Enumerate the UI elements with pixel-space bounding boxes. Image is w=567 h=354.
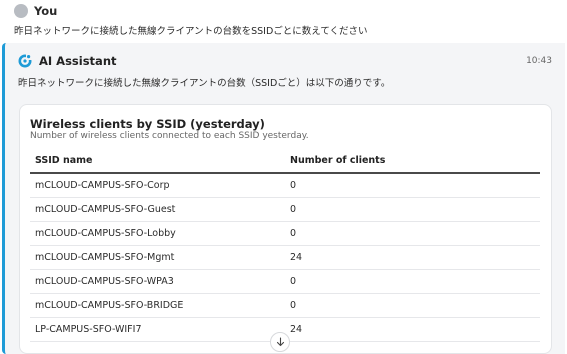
user-avatar [14,4,28,18]
user-header: You [14,4,57,18]
ssid-cell: LP-CAMPUS-SFO-WIFI7 [30,317,285,342]
clients-cell: 0 [285,221,540,246]
table-row: mCLOUD-CAMPUS-SFO-Lobby 0 [30,221,540,246]
card-title: Wireless clients by SSID (yesterday) [30,117,265,131]
message-timestamp: 10:43 [526,56,552,66]
table-row: mCLOUD-CAMPUS-SFO-Guest 0 [30,197,540,222]
user-message: 昨日ネットワークに接続した無線クライアントの台数をSSIDごとに数えてください [14,26,368,37]
table-row: mCLOUD-CAMPUS-SFO-WPA3 0 [30,269,540,294]
table-row: mCLOUD-CAMPUS-SFO-Corp 0 [30,173,540,198]
card-subtitle: Number of wireless clients connected to … [30,131,309,141]
assistant-header: AI Assistant [18,54,117,68]
clients-cell: 24 [285,245,540,270]
assistant-logo-icon [18,54,32,68]
clients-table: SSID name Number of clients mCLOUD-CAMPU… [30,149,540,342]
ssid-cell: mCLOUD-CAMPUS-SFO-WPA3 [30,269,285,294]
ssid-cell: mCLOUD-CAMPUS-SFO-BRIDGE [30,293,285,318]
scroll-to-bottom-button[interactable] [270,332,290,352]
result-card: Wireless clients by SSID (yesterday) Num… [19,104,552,354]
clients-cell: 24 [285,317,540,342]
arrow-down-icon [276,337,284,347]
table-header-row: SSID name Number of clients [30,149,540,174]
clients-cell: 0 [285,293,540,318]
assistant-name: AI Assistant [39,54,117,68]
assistant-message: 昨日ネットワークに接続した無線クライアントの台数（SSIDごと）は以下の通りです… [18,78,391,89]
ssid-cell: mCLOUD-CAMPUS-SFO-Guest [30,197,285,222]
column-header-ssid: SSID name [30,149,285,174]
clients-cell: 0 [285,173,540,198]
user-name: You [34,4,58,18]
table-row: mCLOUD-CAMPUS-SFO-BRIDGE 0 [30,293,540,318]
clients-cell: 0 [285,269,540,294]
table-row: mCLOUD-CAMPUS-SFO-Mgmt 24 [30,245,540,270]
column-header-clients: Number of clients [285,149,540,174]
assistant-message-panel: AI Assistant 10:43 昨日ネットワークに接続した無線クライアント… [2,43,565,354]
clients-cell: 0 [285,197,540,222]
ssid-cell: mCLOUD-CAMPUS-SFO-Corp [30,173,285,198]
ssid-cell: mCLOUD-CAMPUS-SFO-Mgmt [30,245,285,270]
ssid-cell: mCLOUD-CAMPUS-SFO-Lobby [30,221,285,246]
